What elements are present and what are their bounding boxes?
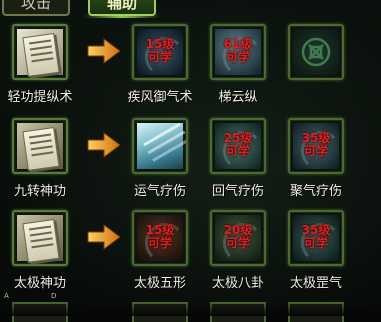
skill-book-jiuzhuan[interactable]	[12, 118, 68, 174]
arrow-right-icon	[87, 132, 121, 158]
skill-slot-huiqi[interactable]: 25级 可学	[210, 118, 266, 174]
skill-label: 聚气疗伤	[289, 184, 342, 199]
level-requirement-text: 25级 可学	[223, 131, 253, 158]
skill-panel: 攻击 辅助 轻功提纵术 15级 可学 疾风御气术 61级 可学 梯云纵 九转神功…	[0, 0, 381, 322]
skill-book-qinggong[interactable]	[12, 24, 68, 80]
skill-label: 太极罡气	[289, 276, 342, 291]
level-requirement-text: 61级 可学	[223, 37, 253, 64]
hint-text: A D	[4, 292, 77, 300]
skill-slot-juqi[interactable]: 35级 可学	[288, 118, 344, 174]
skill-book-taiji[interactable]	[12, 210, 68, 266]
heal-skill-icon	[137, 123, 183, 169]
tab-attack[interactable]: 攻击	[2, 0, 70, 16]
level-requirement-text: 35级 可学	[301, 131, 331, 158]
level-requirement-text: 35级 可学	[301, 223, 331, 250]
skill-slot-yunqi[interactable]	[132, 118, 188, 174]
skill-slot-tiyun[interactable]: 61级 可学	[210, 24, 266, 80]
skill-slot-gangqi[interactable]: 35级 可学	[288, 210, 344, 266]
book-icon	[17, 29, 63, 75]
arrow-right-icon	[87, 38, 121, 64]
level-requirement-text: 15级 可学	[145, 37, 175, 64]
level-requirement-text: 20级 可学	[223, 223, 253, 250]
arrow-right-icon	[87, 224, 121, 250]
level-requirement-text: 15级 可学	[145, 223, 175, 250]
bottom-fade	[0, 302, 381, 316]
book-icon	[17, 123, 63, 169]
skill-slot-empty[interactable]	[288, 24, 344, 80]
skill-label: 疾风御气术	[127, 90, 193, 105]
skill-slot-wuxing[interactable]: 15级 可学	[132, 210, 188, 266]
skill-book-label: 九转神功	[13, 184, 66, 199]
skill-slot-jifeng[interactable]: 15级 可学	[132, 24, 188, 80]
active-tab-indicator	[84, 14, 160, 18]
knot-emblem-icon	[301, 37, 331, 67]
book-icon	[17, 215, 63, 261]
skill-label: 运气疗伤	[133, 184, 186, 199]
skill-slot-bagua[interactable]: 20级 可学	[210, 210, 266, 266]
skill-book-label: 太极神功	[13, 276, 66, 291]
skill-label: 太极八卦	[211, 276, 264, 291]
skill-label: 梯云纵	[218, 90, 258, 105]
skill-label: 太极五形	[133, 276, 186, 291]
skill-label: 回气疗伤	[211, 184, 264, 199]
skill-book-label: 轻功提纵术	[7, 90, 73, 105]
slot-background	[293, 29, 339, 75]
